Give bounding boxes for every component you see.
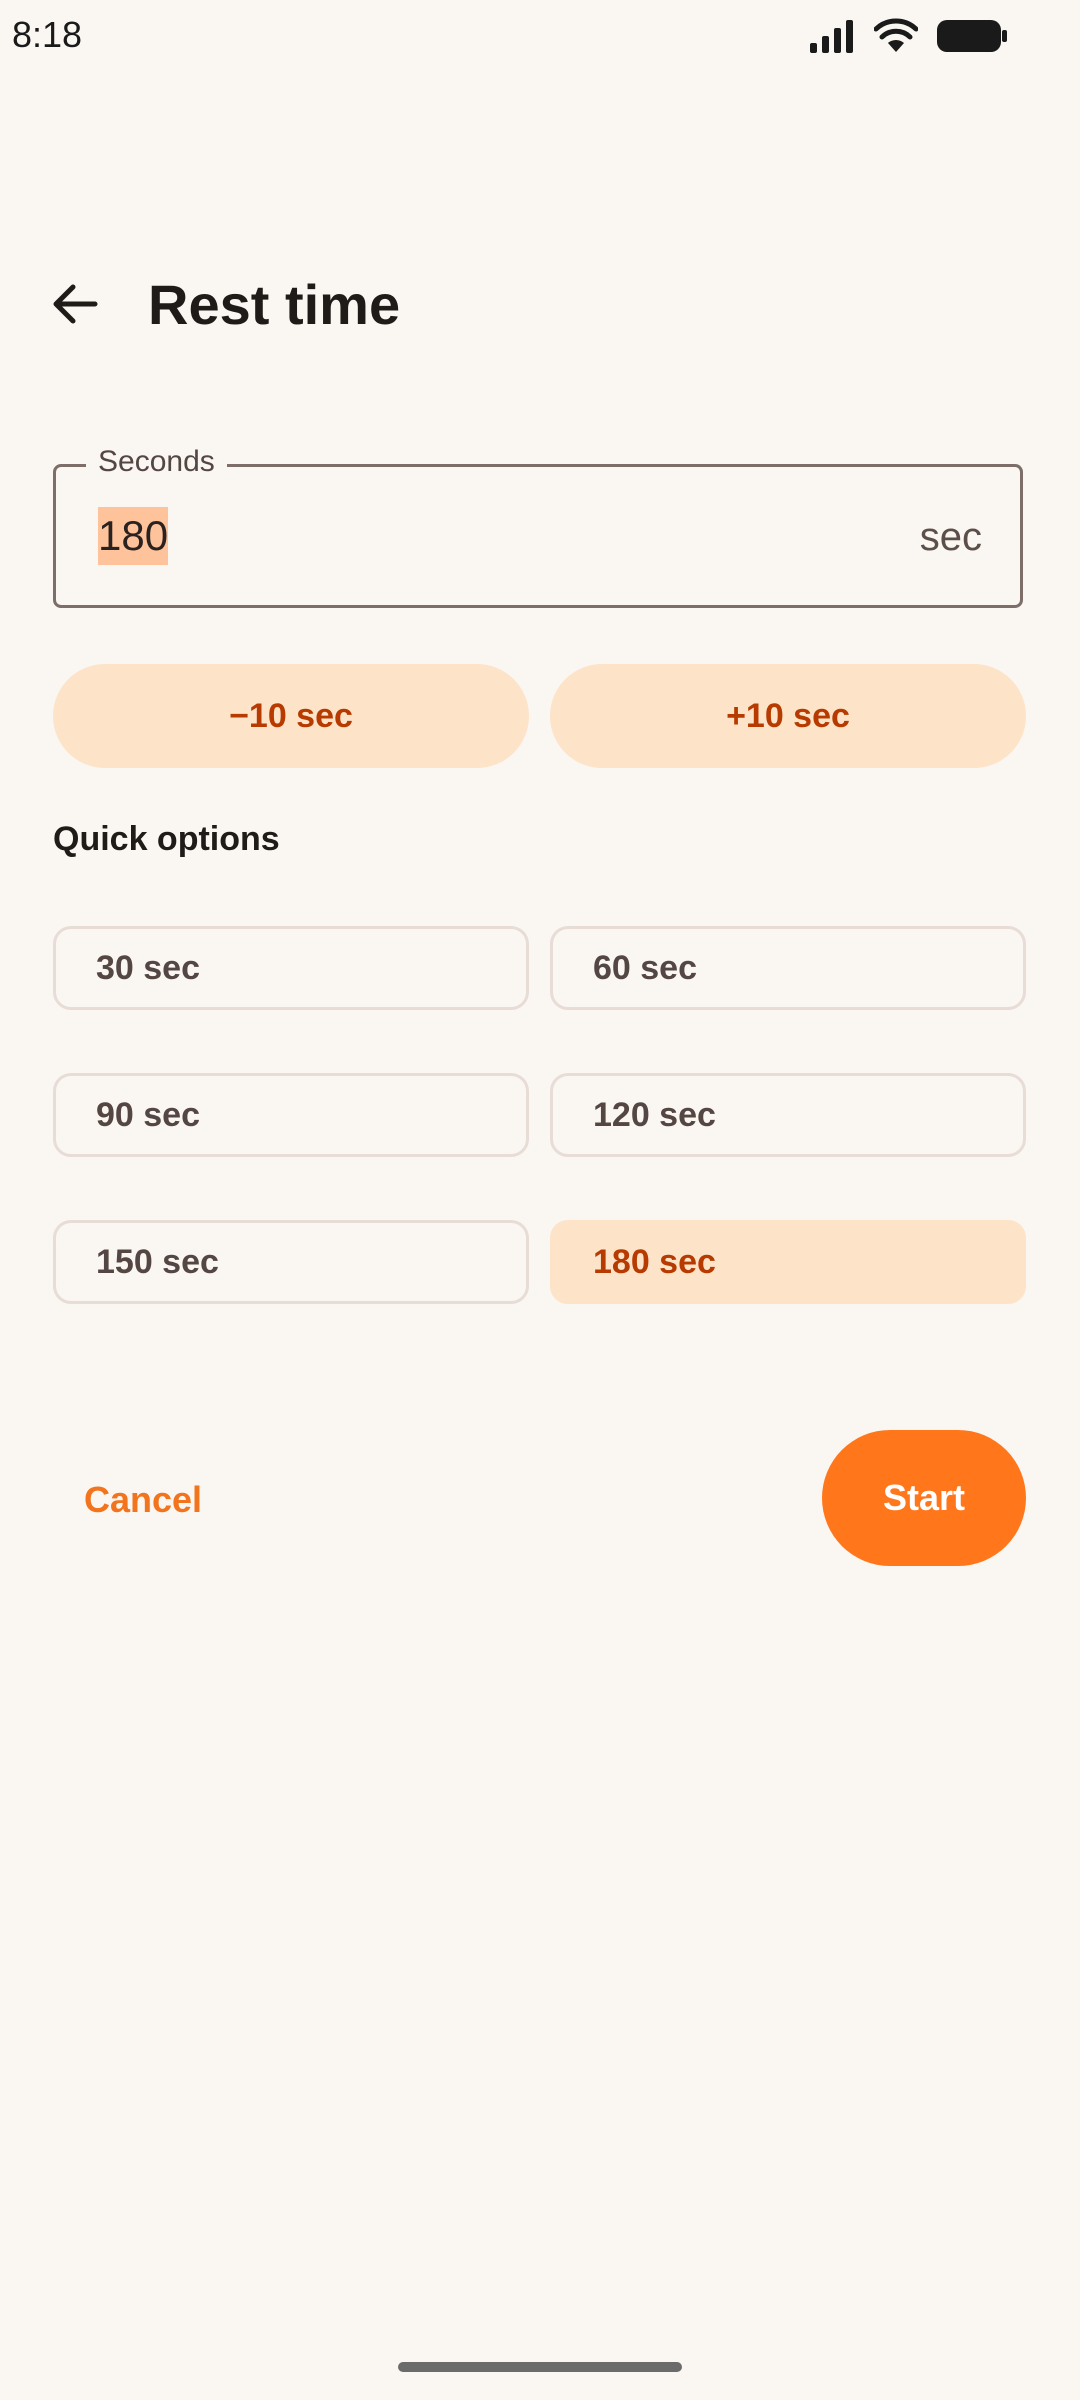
battery-icon: [936, 18, 1008, 59]
seconds-field[interactable]: Seconds 180 sec: [53, 445, 1023, 608]
page-title: Rest time: [148, 273, 401, 336]
home-indicator[interactable]: [398, 2362, 682, 2372]
seconds-field-suffix: sec: [919, 515, 982, 559]
quick-option-120-sec[interactable]: 120 sec: [550, 1073, 1026, 1157]
seconds-field-label: Seconds: [86, 445, 227, 479]
wifi-icon: [873, 18, 919, 59]
quick-option-180-sec[interactable]: 180 sec: [550, 1220, 1026, 1304]
quick-option-150-sec[interactable]: 150 sec: [53, 1220, 529, 1304]
quick-option-30-sec[interactable]: 30 sec: [53, 926, 529, 1010]
status-bar: 8:18: [0, 0, 1080, 70]
status-time: 8:18: [12, 14, 83, 55]
plus-10-sec-button[interactable]: +10 sec: [550, 664, 1026, 768]
signal-icon: [808, 19, 856, 58]
seconds-input-value[interactable]: 180: [98, 507, 169, 565]
start-button[interactable]: Start: [822, 1430, 1026, 1566]
back-button[interactable]: [40, 276, 110, 336]
cancel-button[interactable]: Cancel: [60, 1460, 226, 1540]
status-icons: [808, 18, 1008, 59]
quick-options-title: Quick options: [53, 820, 280, 858]
quick-option-90-sec[interactable]: 90 sec: [53, 1073, 529, 1157]
arrow-back-icon: [51, 282, 99, 331]
app-bar: Rest time: [0, 260, 1080, 350]
quick-option-60-sec[interactable]: 60 sec: [550, 926, 1026, 1010]
minus-10-sec-button[interactable]: −10 sec: [53, 664, 529, 768]
